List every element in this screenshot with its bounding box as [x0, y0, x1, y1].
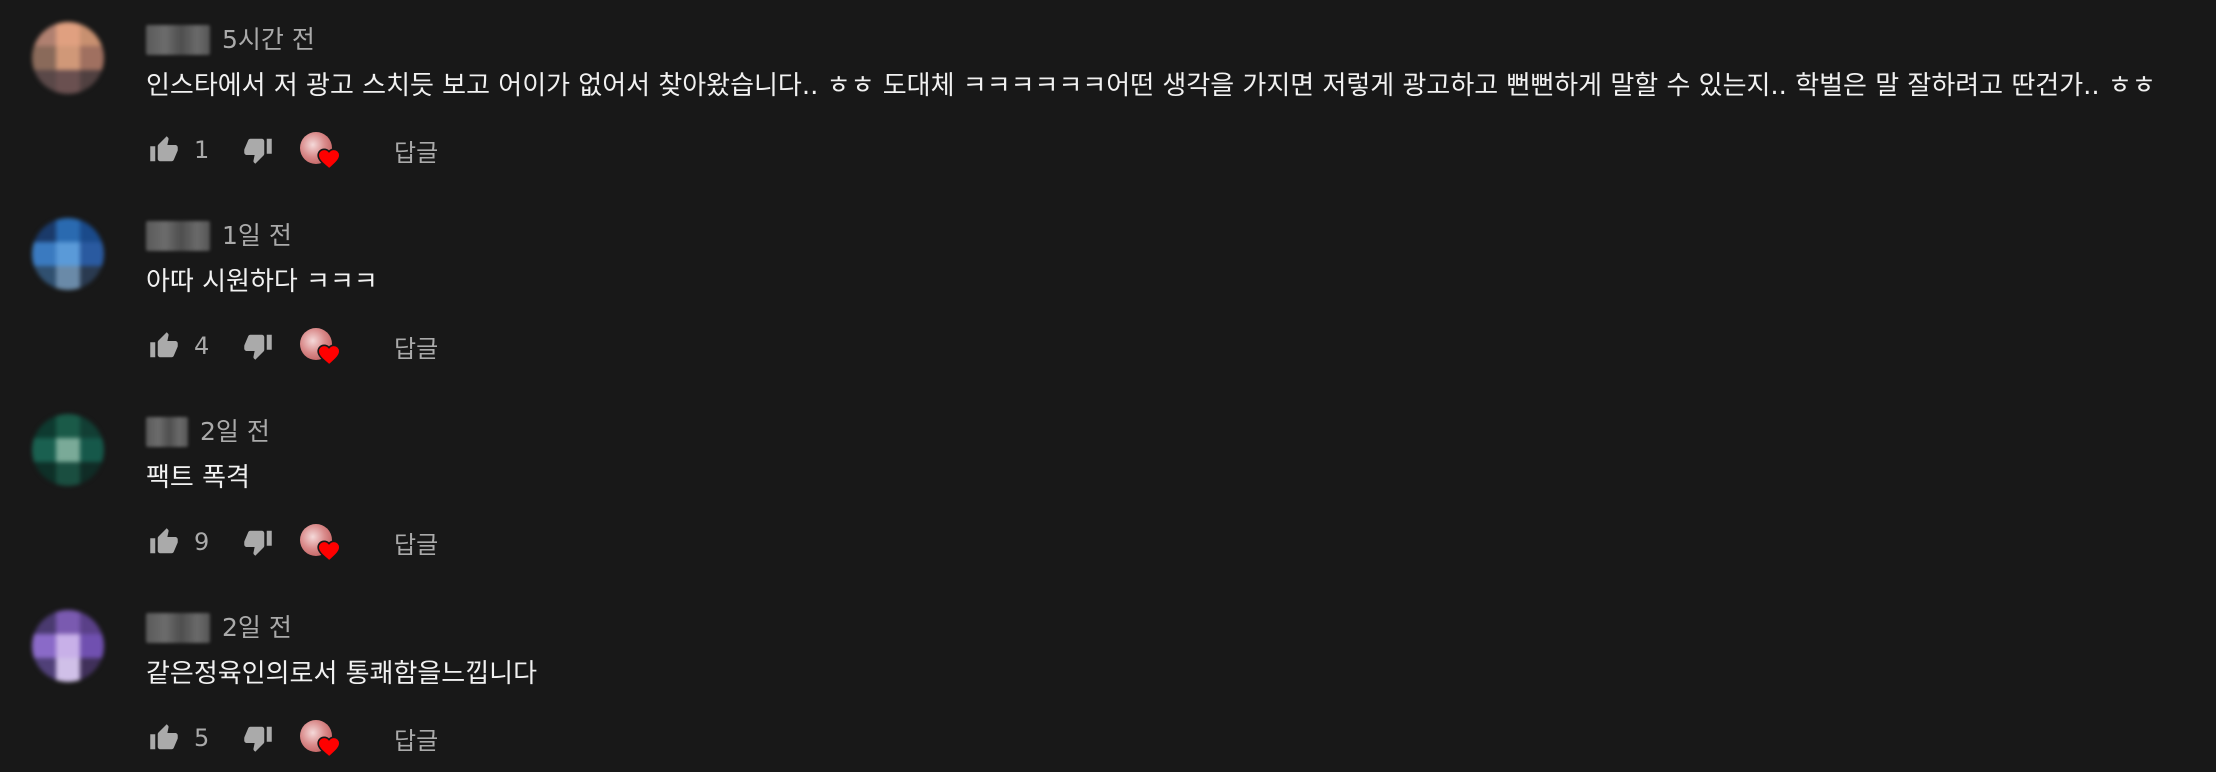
avatar[interactable] [32, 610, 104, 682]
creator-heart-badge [298, 324, 342, 368]
creator-heart-badge [298, 520, 342, 564]
avatar-pixel [32, 242, 56, 266]
creator-heart-badge [298, 716, 342, 760]
comment-header: 2일 전 [146, 608, 292, 648]
avatar-pixel [56, 414, 80, 438]
dislike-button[interactable] [240, 328, 276, 364]
avatar-pixel [56, 610, 80, 634]
creator-heart-icon [317, 148, 341, 170]
thumbs-down-icon [244, 138, 272, 164]
avatar-pixel [56, 266, 80, 290]
comment-item: 2일 전 같은정육인의로서 통쾌함을느낍니다 5 답글 [0, 588, 2216, 772]
avatar-pixel [32, 634, 56, 658]
like-button[interactable] [146, 328, 182, 364]
avatar-pixel [56, 462, 80, 486]
like-button[interactable] [146, 720, 182, 756]
avatar-pixel [80, 22, 104, 46]
avatar[interactable] [32, 414, 104, 486]
avatar-pixel [80, 634, 104, 658]
comment-actions: 4 답글 [146, 324, 438, 368]
avatar-pixel [56, 634, 80, 658]
creator-heart-icon [317, 344, 341, 366]
like-count: 1 [194, 136, 210, 164]
avatar-pixel [32, 438, 56, 462]
avatar-pixel [56, 218, 80, 242]
thumbs-up-icon [150, 528, 178, 554]
thumbs-down-icon [244, 334, 272, 360]
avatar-pixel [56, 658, 80, 682]
comment-header: 1일 전 [146, 216, 292, 256]
avatar-pixel [32, 462, 56, 486]
like-count: 4 [194, 332, 210, 360]
avatar-pixel [80, 266, 104, 290]
comment-item: 1일 전 아따 시원하다 ㅋㅋㅋ 4 답글 [0, 196, 2216, 392]
thumbs-up-icon [150, 332, 178, 358]
like-count: 5 [194, 724, 210, 752]
avatar-pixel [32, 266, 56, 290]
reply-button[interactable]: 답글 [394, 329, 438, 364]
avatar[interactable] [32, 22, 104, 94]
comment-text: 팩트 폭격 [146, 463, 250, 493]
avatar-pixel [80, 242, 104, 266]
dislike-button[interactable] [240, 132, 276, 168]
creator-heart-icon [317, 540, 341, 562]
avatar-pixel [56, 242, 80, 266]
avatar-pixel [32, 414, 56, 438]
avatar-pixel [32, 22, 56, 46]
author-name-blurred[interactable] [146, 25, 210, 55]
comment-actions: 1 답글 [146, 128, 438, 172]
creator-heart-badge [298, 128, 342, 172]
dislike-button[interactable] [240, 524, 276, 560]
like-count: 9 [194, 528, 210, 556]
thumbs-up-icon [150, 724, 178, 750]
avatar-pixel [80, 462, 104, 486]
avatar-pixel [80, 46, 104, 70]
reply-button[interactable]: 답글 [394, 525, 438, 560]
comment-text: 아따 시원하다 ㅋㅋㅋ [146, 267, 378, 297]
comment-list: 5시간 전 인스타에서 저 광고 스치듯 보고 어이가 없어서 찾아왔습니다..… [0, 0, 2216, 772]
comment-actions: 5 답글 [146, 716, 438, 760]
avatar-pixel [56, 46, 80, 70]
avatar-pixel [80, 414, 104, 438]
avatar-pixel [32, 70, 56, 94]
comment-timestamp[interactable]: 5시간 전 [222, 20, 315, 60]
author-name-blurred[interactable] [146, 417, 188, 447]
avatar-pixel [32, 46, 56, 70]
comment-text: 같은정육인의로서 통쾌함을느낍니다 [146, 659, 537, 689]
author-name-blurred[interactable] [146, 613, 210, 643]
comment-header: 2일 전 [146, 412, 270, 452]
avatar-pixel [32, 218, 56, 242]
creator-heart-icon [317, 736, 341, 758]
thumbs-down-icon [244, 726, 272, 752]
thumbs-up-icon [150, 136, 178, 162]
comment-timestamp[interactable]: 1일 전 [222, 216, 292, 256]
dislike-button[interactable] [240, 720, 276, 756]
comment-text: 인스타에서 저 광고 스치듯 보고 어이가 없어서 찾아왔습니다.. ㅎㅎ 도대… [146, 71, 2156, 101]
comment-actions: 9 답글 [146, 520, 438, 564]
comment-item: 5시간 전 인스타에서 저 광고 스치듯 보고 어이가 없어서 찾아왔습니다..… [0, 0, 2216, 196]
avatar-pixel [80, 610, 104, 634]
reply-button[interactable]: 답글 [394, 721, 438, 756]
avatar-pixel [32, 658, 56, 682]
comment-timestamp[interactable]: 2일 전 [222, 608, 292, 648]
avatar-pixel [56, 438, 80, 462]
avatar-pixel [80, 438, 104, 462]
comment-item: 2일 전 팩트 폭격 9 답글 [0, 392, 2216, 588]
avatar-pixel [80, 70, 104, 94]
author-name-blurred[interactable] [146, 221, 210, 251]
like-button[interactable] [146, 524, 182, 560]
thumbs-down-icon [244, 530, 272, 556]
comment-timestamp[interactable]: 2일 전 [200, 412, 270, 452]
like-button[interactable] [146, 132, 182, 168]
comment-header: 5시간 전 [146, 20, 315, 60]
avatar-pixel [80, 658, 104, 682]
avatar-pixel [80, 218, 104, 242]
avatar-pixel [56, 22, 80, 46]
avatar-pixel [56, 70, 80, 94]
avatar-pixel [32, 610, 56, 634]
reply-button[interactable]: 답글 [394, 133, 438, 168]
avatar[interactable] [32, 218, 104, 290]
